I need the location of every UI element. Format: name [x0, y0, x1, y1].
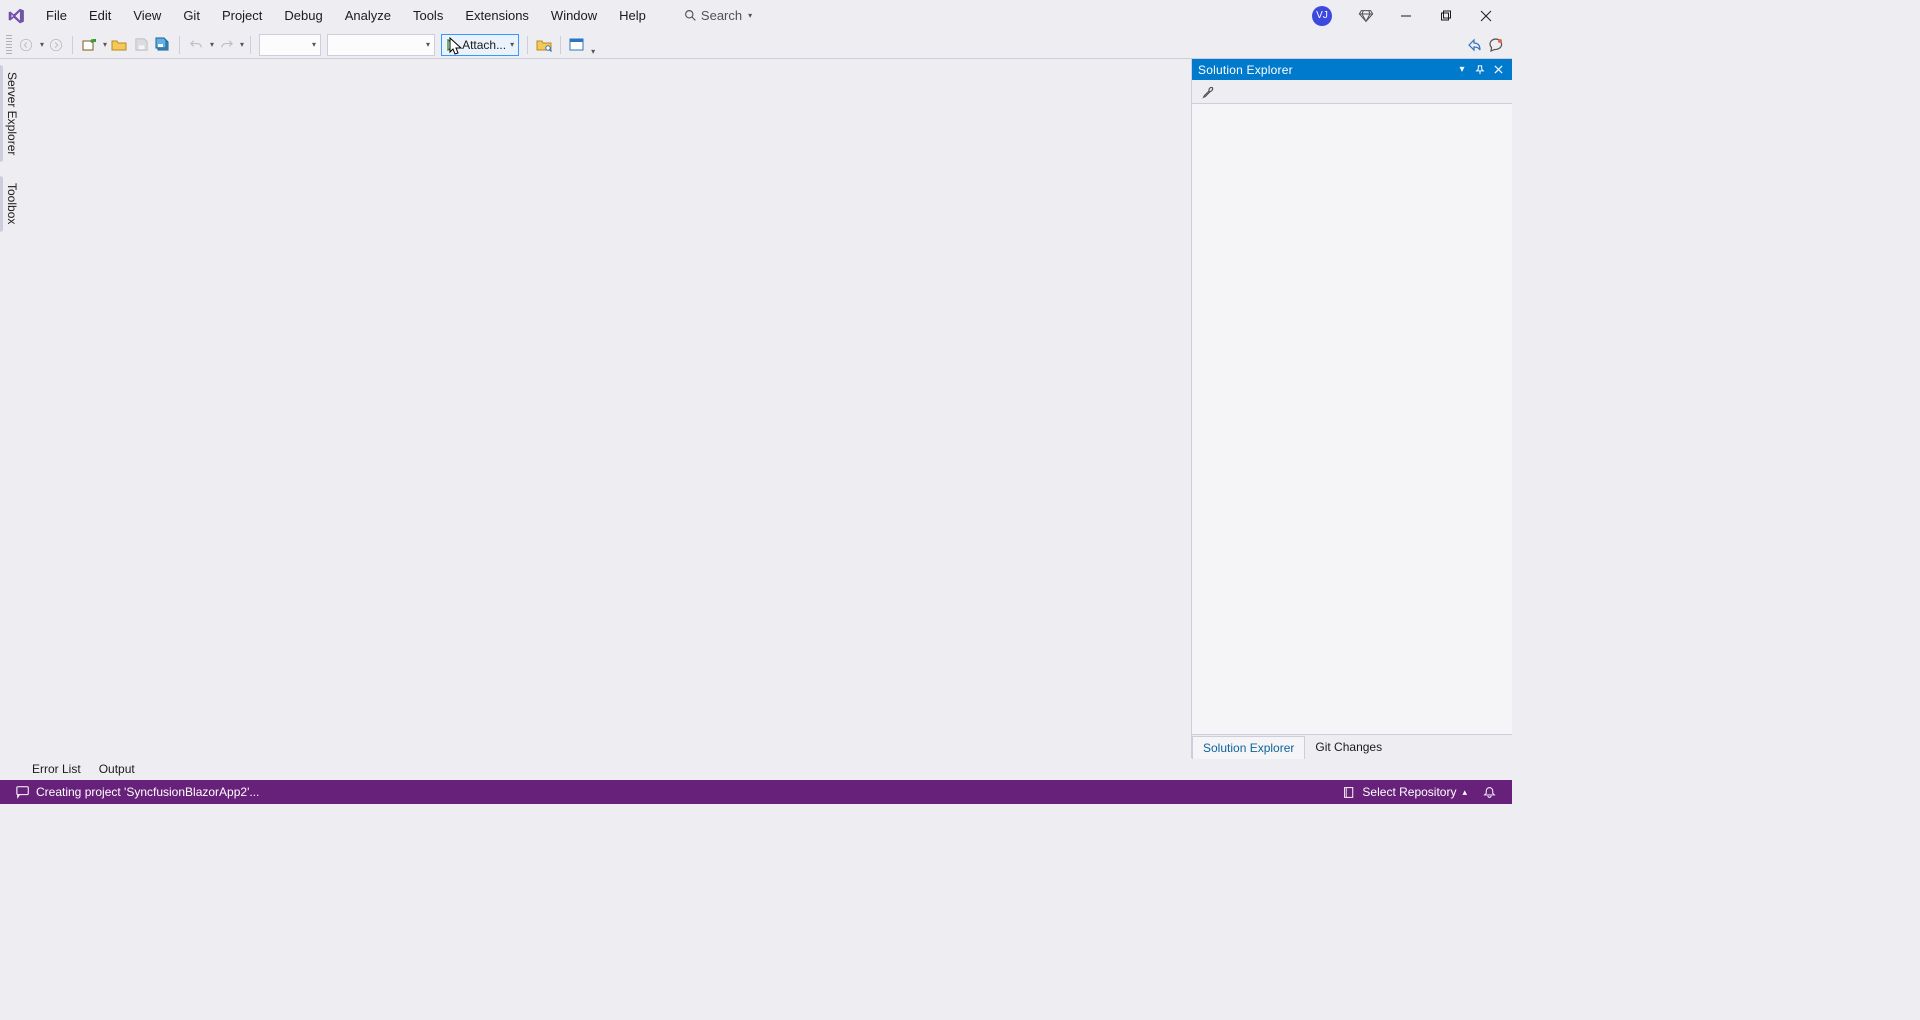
window-position-dropdown-icon[interactable]: ▾ — [1454, 62, 1470, 78]
menu-file[interactable]: File — [36, 4, 77, 27]
chevron-down-icon: ▾ — [510, 40, 514, 49]
tab-git-changes[interactable]: Git Changes — [1305, 736, 1392, 758]
diamond-icon[interactable] — [1354, 4, 1378, 28]
status-bar: Creating project 'SyncfusionBlazorApp2'.… — [0, 780, 1512, 804]
tab-error-list[interactable]: Error List — [26, 760, 87, 778]
menu-debug[interactable]: Debug — [274, 4, 332, 27]
menu-project[interactable]: Project — [212, 4, 272, 27]
status-message: Creating project 'SyncfusionBlazorApp2'.… — [8, 785, 267, 799]
menu-window[interactable]: Window — [541, 4, 607, 27]
main-menu: File Edit View Git Project Debug Analyze… — [36, 4, 656, 27]
pin-icon[interactable] — [1472, 62, 1488, 78]
select-repository-label: Select Repository — [1362, 785, 1456, 799]
undo-button[interactable] — [186, 34, 206, 56]
standard-toolbar: ▾ ▾ ▾ ▾ ▾ ▾ Attach... ▾ ▾ — [0, 31, 1512, 59]
menu-tools[interactable]: Tools — [403, 4, 453, 27]
live-share-button[interactable] — [1464, 34, 1484, 56]
tab-solution-explorer[interactable]: Solution Explorer — [1192, 736, 1305, 759]
chevron-down-icon[interactable]: ▾ — [240, 40, 244, 49]
close-icon[interactable] — [1490, 62, 1506, 78]
solution-platforms-combo[interactable]: ▾ — [327, 34, 435, 56]
toolbar-separator — [250, 36, 251, 54]
user-avatar[interactable]: VJ — [1312, 6, 1332, 26]
search-box[interactable]: Search ▾ — [678, 6, 758, 25]
tab-output[interactable]: Output — [93, 760, 141, 778]
status-text: Creating project 'SyncfusionBlazorApp2'.… — [36, 785, 259, 799]
chevron-up-icon: ▴ — [1462, 787, 1467, 798]
chevron-down-icon: ▾ — [748, 11, 752, 20]
open-file-button[interactable] — [109, 34, 129, 56]
chevron-down-icon: ▾ — [426, 40, 430, 49]
menu-view[interactable]: View — [123, 4, 171, 27]
server-explorer-tab[interactable]: Server Explorer — [0, 65, 22, 162]
toolbar-separator — [527, 36, 528, 54]
comment-icon — [16, 785, 30, 799]
chevron-down-icon[interactable]: ▾ — [40, 40, 44, 49]
attach-to-process-button[interactable]: Attach... ▾ — [441, 34, 519, 56]
solution-explorer-header[interactable]: Solution Explorer ▾ — [1192, 59, 1512, 80]
search-icon — [684, 9, 697, 22]
nav-back-button[interactable] — [16, 34, 36, 56]
play-icon — [446, 39, 458, 51]
toolbar-separator — [72, 36, 73, 54]
minimize-button[interactable] — [1394, 4, 1418, 28]
panel-title: Solution Explorer — [1198, 63, 1452, 77]
maximize-button[interactable] — [1434, 4, 1458, 28]
save-button[interactable] — [131, 34, 151, 56]
menu-analyze[interactable]: Analyze — [335, 4, 401, 27]
toolbar-grip-icon[interactable] — [6, 35, 12, 55]
close-button[interactable] — [1474, 4, 1498, 28]
menu-edit[interactable]: Edit — [79, 4, 121, 27]
new-project-button[interactable] — [79, 34, 99, 56]
menu-bar: File Edit View Git Project Debug Analyze… — [0, 0, 1512, 31]
solution-explorer-toolbar — [1192, 80, 1512, 104]
chevron-down-icon[interactable]: ▾ — [210, 40, 214, 49]
toolbar-separator — [560, 36, 561, 54]
visual-studio-logo-icon — [6, 6, 26, 26]
toolbar-separator — [179, 36, 180, 54]
repository-icon — [1343, 786, 1356, 799]
solution-explorer-tree[interactable] — [1192, 104, 1512, 734]
browser-link-button[interactable] — [567, 34, 587, 56]
feedback-button[interactable] — [1486, 34, 1506, 56]
attach-label: Attach... — [462, 38, 506, 52]
bell-icon — [1483, 786, 1496, 799]
document-well — [22, 59, 1192, 758]
menu-git[interactable]: Git — [173, 4, 210, 27]
chevron-down-icon[interactable]: ▾ — [103, 40, 107, 49]
properties-button[interactable] — [1198, 81, 1218, 103]
search-label: Search — [701, 8, 742, 23]
solution-explorer-tabstrip: Solution Explorer Git Changes — [1192, 734, 1512, 758]
menu-help[interactable]: Help — [609, 4, 656, 27]
toolbox-tab[interactable]: Toolbox — [0, 176, 22, 231]
redo-button[interactable] — [216, 34, 236, 56]
save-all-button[interactable] — [153, 34, 173, 56]
solution-explorer-panel: Solution Explorer ▾ Solution Explorer Gi… — [1192, 59, 1512, 758]
find-in-files-button[interactable] — [534, 34, 554, 56]
notifications-button[interactable] — [1475, 786, 1504, 799]
select-repository-button[interactable]: Select Repository ▴ — [1335, 785, 1475, 799]
chevron-down-icon[interactable]: ▾ — [591, 47, 595, 56]
chevron-down-icon: ▾ — [312, 40, 316, 49]
solution-configurations-combo[interactable]: ▾ — [259, 34, 321, 56]
left-tool-window-tabs: Server Explorer Toolbox — [0, 59, 22, 758]
nav-forward-button[interactable] — [46, 34, 66, 56]
menu-extensions[interactable]: Extensions — [455, 4, 539, 27]
bottom-tool-window-tabs: Error List Output — [0, 758, 1512, 780]
